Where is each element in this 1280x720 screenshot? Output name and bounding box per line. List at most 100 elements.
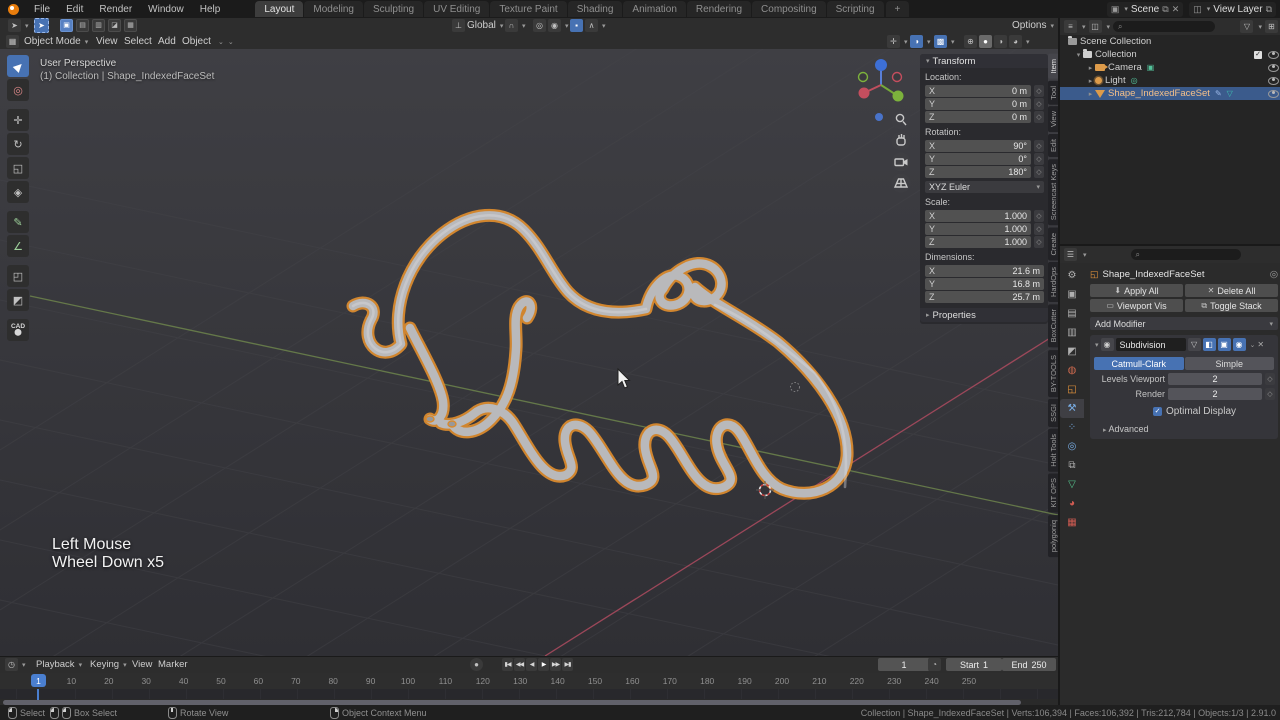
realtime-toggle[interactable]: ▣ (1218, 338, 1231, 351)
workspace-tab-layout[interactable]: Layout (255, 1, 303, 17)
tool-annotate[interactable]: ✎ (7, 211, 29, 233)
transform-orientation-dropdown[interactable]: ⊥ Global ▾ (452, 19, 503, 32)
gizmo-z-axis[interactable] (875, 59, 887, 71)
tool-scale[interactable]: ◱ (7, 157, 29, 179)
outliner-row-camera[interactable]: ▸ Camera ▣ (1060, 61, 1280, 74)
sidebar-tab-holt-tools[interactable]: Holt Tools (1048, 429, 1058, 472)
dimensions-y-field[interactable]: Y16.8 m (925, 278, 1044, 290)
animate-dot-icon[interactable]: ◇ (1265, 373, 1275, 385)
workspace-tab-shading[interactable]: Shading (568, 1, 623, 17)
prev-keyframe-button[interactable]: ◀◀ (514, 658, 525, 671)
use-preview-range-button[interactable]: ◔ (928, 658, 941, 671)
scale-y-field[interactable]: Y1.000 (925, 223, 1031, 235)
location-y-field[interactable]: Y0 m (925, 98, 1031, 110)
workspace-tab-texture-paint[interactable]: Texture Paint (490, 1, 566, 17)
delete-all-button[interactable]: ✕Delete All (1185, 284, 1278, 297)
select-mode-extend-button[interactable]: ▤ (76, 19, 89, 32)
menu-object[interactable]: Object (182, 35, 211, 48)
animate-dot-icon[interactable]: ◇ (1265, 388, 1275, 400)
tool-measure[interactable]: ∠ (7, 235, 29, 257)
properties-tab-modifiers[interactable]: ⚒ (1060, 399, 1084, 418)
outliner-row-scene-collection[interactable]: Scene Collection (1060, 35, 1280, 48)
modifier-name-field[interactable]: Subdivision (1116, 338, 1186, 351)
timeline-channels[interactable] (0, 689, 1058, 699)
shading-wireframe-icon[interactable]: ⊕ (964, 35, 977, 48)
view-menu[interactable]: View (132, 658, 152, 671)
frame-end-field[interactable]: End250 (1002, 658, 1056, 671)
simple-button[interactable]: Simple (1185, 357, 1275, 370)
pin-icon[interactable]: ◎ (1270, 269, 1278, 280)
current-frame-field[interactable]: 1 (878, 658, 930, 671)
shading-material-icon[interactable]: ◑ (994, 35, 1007, 48)
sidebar-tab-by-tools[interactable]: BY-TOOLS (1048, 350, 1058, 397)
xray-toggle[interactable]: ▩▾ (934, 35, 955, 48)
next-keyframe-button[interactable]: ▶▶ (550, 658, 561, 671)
modifier-extras-icon[interactable]: ⌄ (1250, 341, 1256, 349)
outliner-row-shape[interactable]: ▸ Shape_IndexedFaceSet ✎ ▽ (1060, 87, 1280, 100)
select-mode-subtract-button[interactable]: ▥ (92, 19, 105, 32)
properties-tab-view-layer[interactable]: ▥ (1060, 323, 1084, 342)
mode-dropdown[interactable]: Object Mode ▾ (24, 35, 88, 48)
falloff-dropdown[interactable]: ∧▾ (585, 19, 606, 32)
view-layer-selector[interactable]: ◫▾ View Layer ⧉ (1189, 2, 1276, 17)
workspace-tab-add[interactable]: + (886, 1, 910, 17)
menu-file[interactable]: File (27, 2, 57, 17)
jump-to-end-button[interactable]: ▶▮ (562, 658, 573, 671)
properties-tab-texture[interactable]: ▦ (1060, 513, 1084, 532)
toggle-stack-button[interactable]: ⧉Toggle Stack (1185, 299, 1278, 312)
animate-dot-icon[interactable]: ◇ (1034, 166, 1044, 178)
on-cage-toggle[interactable]: ▽ (1188, 338, 1201, 351)
filter-icon[interactable]: ▽ (1240, 20, 1253, 33)
disclosure-triangle-icon[interactable]: ▸ (1086, 77, 1095, 85)
gizmo-y-neg[interactable] (859, 73, 868, 82)
active-tool-button[interactable]: ➤ (34, 19, 49, 32)
auto-key-button[interactable]: ● (470, 658, 483, 671)
copy-icon[interactable]: ⧉ (1266, 4, 1272, 15)
location-x-field[interactable]: X0 m (925, 85, 1031, 97)
tool-add-cube[interactable]: ◰ (7, 265, 29, 287)
playback-menu[interactable]: Playback▾ (36, 658, 82, 671)
properties-tab-world[interactable]: ◍ (1060, 361, 1084, 380)
menu-help[interactable]: Help (193, 2, 228, 17)
properties-tab-output[interactable]: ▤ (1060, 304, 1084, 323)
outliner-search-input[interactable]: ⌕ (1113, 21, 1215, 32)
perspective-toggle-icon[interactable] (892, 174, 911, 193)
editor-type-button[interactable]: ▦ (6, 35, 19, 48)
sidebar-tab-create[interactable]: Create (1048, 228, 1058, 261)
properties-tab-tool[interactable]: ⚙ (1060, 266, 1084, 285)
select-mode-intersect-button[interactable]: ▦ (124, 19, 137, 32)
viewport-3d[interactable]: User Perspective (1) Collection | Shape_… (0, 49, 1058, 656)
menu-edit[interactable]: Edit (59, 2, 90, 17)
properties-editor-icon[interactable]: ☰ (1064, 248, 1077, 261)
properties-tab-material[interactable]: ◕ (1060, 494, 1084, 513)
timeline-ruler[interactable]: 1 10203040506070809010011012013014015016… (0, 673, 1058, 690)
properties-search-input[interactable]: ⌕ (1131, 249, 1241, 260)
snapping-toggle[interactable]: ∩▾ (505, 19, 526, 32)
show-gizmo-dropdown[interactable]: ✛▾ (887, 35, 908, 48)
workspace-tab-modeling[interactable]: Modeling (304, 1, 363, 17)
properties-tab-object-data[interactable]: ▽ (1060, 475, 1084, 494)
tool-cad-sketcher[interactable]: CAD⬤ (7, 319, 29, 341)
tool-extrude[interactable]: ◩ (7, 289, 29, 311)
timeline-editor-icon[interactable]: ◷▾ (5, 658, 26, 671)
disclosure-triangle-icon[interactable]: ▾ (1074, 51, 1083, 59)
optimal-display-checkbox[interactable]: ✓ (1153, 407, 1162, 416)
shading-rendered-icon[interactable]: ◕ (1009, 35, 1022, 48)
active-tool-dropdown[interactable]: ➤▾ (8, 19, 29, 32)
workspace-tab-sculpting[interactable]: Sculpting (364, 1, 423, 17)
scale-z-field[interactable]: Z1.000 (925, 236, 1031, 248)
rotation-x-field[interactable]: X90° (925, 140, 1031, 152)
outliner-row-light[interactable]: ▸ Light ◎ (1060, 74, 1280, 87)
scale-x-field[interactable]: X1.000 (925, 210, 1031, 222)
location-z-field[interactable]: Z0 m (925, 111, 1031, 123)
current-frame-badge[interactable]: 1 (31, 674, 46, 687)
sidebar-tab-kit-ops[interactable]: KIT OPS (1048, 473, 1058, 512)
marker-menu[interactable]: Marker (158, 658, 188, 671)
dimensions-x-field[interactable]: X21.6 m (925, 265, 1044, 277)
exclude-checkbox[interactable]: ✓ (1254, 51, 1262, 59)
properties-tab-constraints[interactable]: ⧉ (1060, 456, 1084, 475)
sidebar-tab-hardops[interactable]: HardOps (1048, 262, 1058, 302)
chevron-down-icon[interactable]: ▾ (1095, 341, 1099, 349)
properties-tab-physics[interactable]: ◎ (1060, 437, 1084, 456)
sidebar-tab-tool[interactable]: Tool (1048, 81, 1058, 105)
